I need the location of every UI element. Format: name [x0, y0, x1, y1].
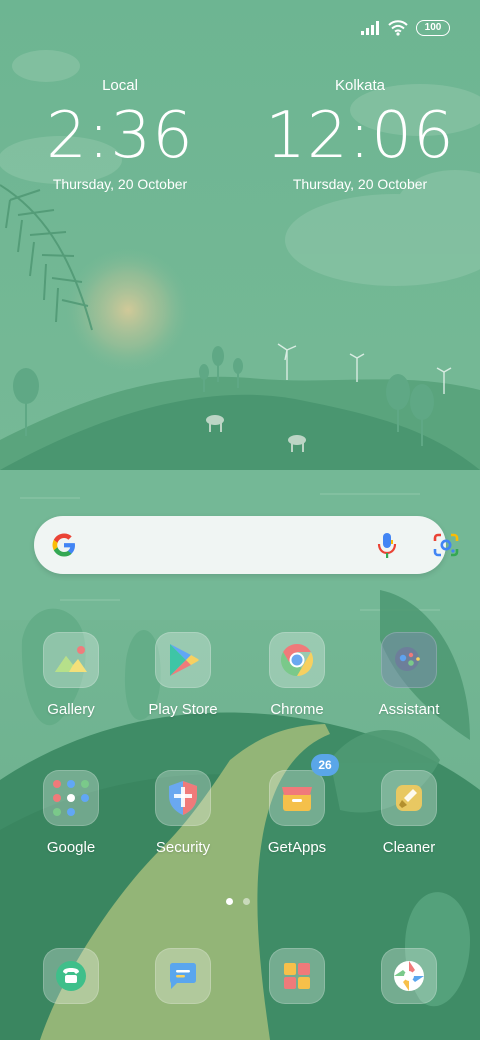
page-indicator[interactable] [226, 898, 250, 905]
dock-messages[interactable] [128, 948, 238, 1004]
app-security[interactable]: Security [128, 770, 238, 858]
dock-camera[interactable] [354, 948, 464, 1004]
clock-time: 2:36 [46, 99, 194, 173]
microphone-icon[interactable] [376, 531, 398, 559]
messages-icon [155, 948, 211, 1004]
phone-icon [43, 948, 99, 1004]
app-chrome[interactable]: Chrome [242, 632, 352, 720]
google-search-bar[interactable] [34, 516, 459, 574]
chrome-icon [269, 632, 325, 688]
clock-widget-local[interactable]: Local 2:36 Thursday, 20 October [10, 74, 230, 194]
battery-indicator: 100 [416, 20, 450, 36]
google-g-icon [52, 533, 75, 557]
page-dot [243, 898, 250, 905]
app-play-store[interactable]: Play Store [128, 632, 238, 720]
app-getapps[interactable]: 26 GetApps [242, 754, 352, 858]
app-cleaner[interactable]: Cleaner [354, 770, 464, 858]
page-dot-active [226, 898, 233, 905]
gallery-icon [43, 632, 99, 688]
play-store-icon [155, 632, 211, 688]
app-label: Gallery [47, 701, 95, 718]
dock-themes[interactable] [242, 948, 352, 1004]
app-label: GetApps [267, 839, 327, 856]
notification-badge: 26 [311, 754, 339, 776]
app-label: Security [155, 839, 211, 856]
getapps-icon: 26 [269, 754, 339, 826]
app-label: Assistant [378, 701, 440, 718]
clock-date: Thursday, 20 October [292, 176, 428, 192]
signal-icon [361, 21, 379, 35]
cleaner-brush-icon [381, 770, 437, 826]
camera-icon [381, 948, 437, 1004]
app-label: Chrome [270, 701, 324, 718]
assistant-icon [381, 632, 437, 688]
app-label: Cleaner [382, 839, 436, 856]
themes-icon [269, 948, 325, 1004]
app-google-folder[interactable]: Google [16, 770, 126, 858]
google-lens-icon[interactable] [432, 532, 460, 558]
security-shield-icon [155, 770, 211, 826]
clock-city: Kolkata [334, 77, 386, 94]
app-assistant[interactable]: Assistant [354, 632, 464, 720]
clock-time: 12:06 [265, 99, 455, 173]
google-folder-icon [43, 770, 99, 826]
status-bar: 100 [360, 14, 450, 42]
clock-date: Thursday, 20 October [52, 176, 188, 192]
app-label: Google [46, 839, 96, 856]
clock-city: Local [102, 77, 138, 94]
app-gallery[interactable]: Gallery [16, 632, 126, 720]
dock-phone[interactable] [16, 948, 126, 1004]
app-label: Play Store [148, 701, 218, 718]
clock-widget-kolkata[interactable]: Kolkata 12:06 Thursday, 20 October [250, 74, 470, 194]
wifi-icon [388, 20, 408, 36]
